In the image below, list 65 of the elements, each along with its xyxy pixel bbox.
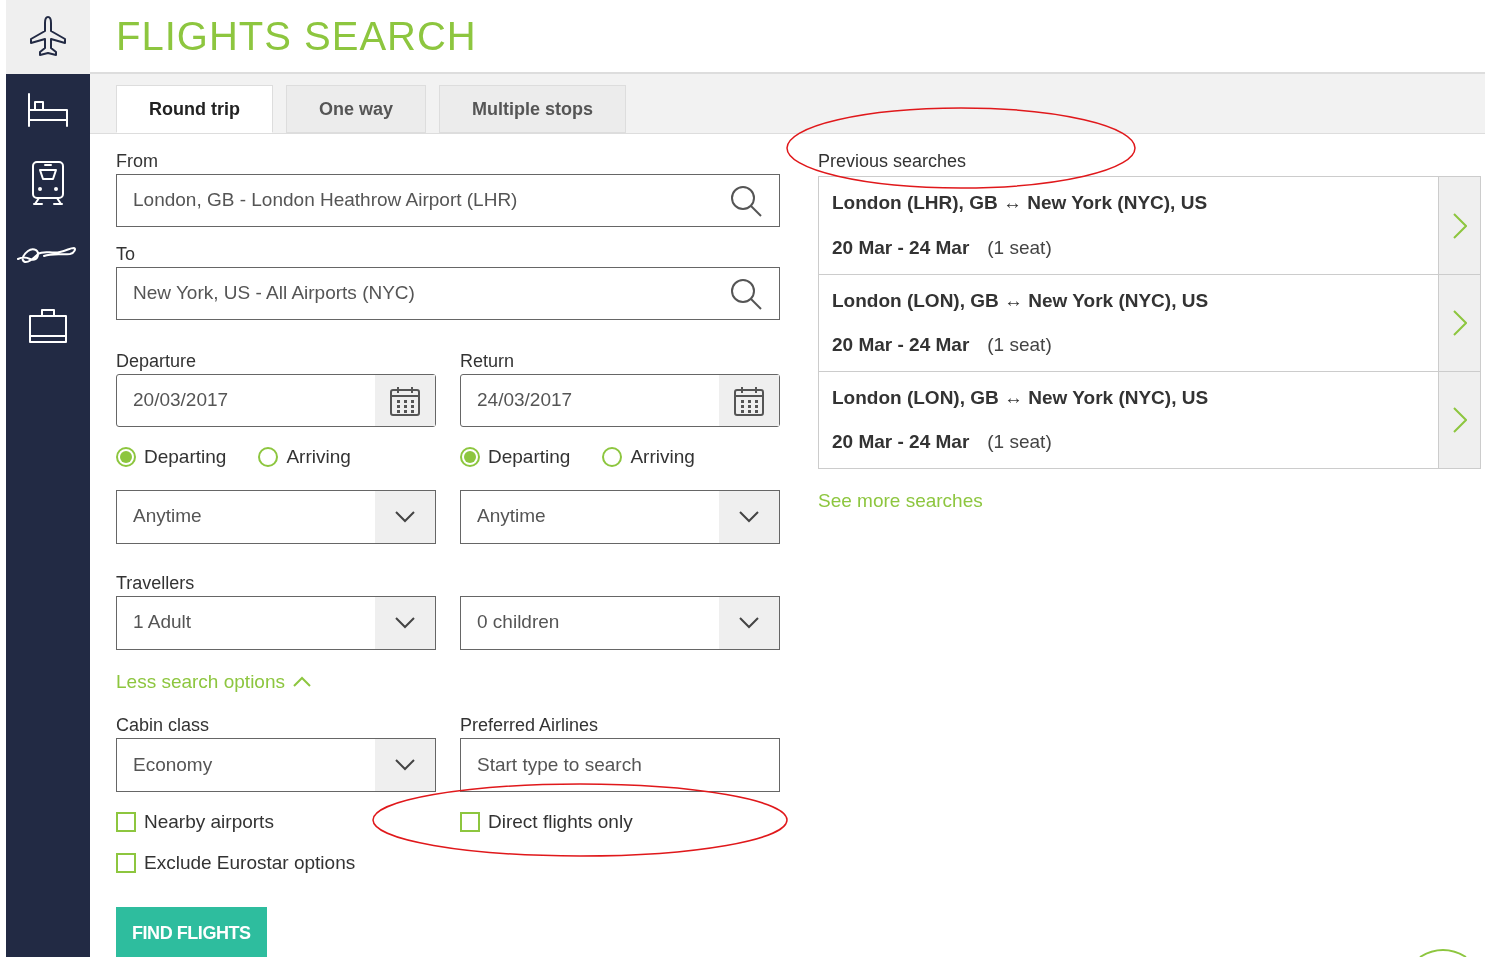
seat-count: (1 seat) xyxy=(987,235,1052,260)
tab[interactable]: Round trip xyxy=(116,85,273,133)
date-field[interactable]: 24/03/2017 xyxy=(460,374,780,427)
chevron-down-icon xyxy=(395,616,415,629)
field-label: To xyxy=(116,243,136,265)
search-icon xyxy=(729,276,763,311)
radio-button[interactable] xyxy=(116,447,136,468)
page-title: FLIGHTS SEARCH xyxy=(116,13,477,60)
field-label: Previous searches xyxy=(818,150,968,172)
calendar-icon xyxy=(389,384,421,417)
route-text: London (LHR), GB ↔ New York (NYC), US xyxy=(832,191,1209,215)
date-range: 20 Mar - 24 Mar xyxy=(832,235,970,260)
radio-label: Arriving xyxy=(286,445,351,469)
chevron-down-icon xyxy=(395,510,415,523)
tab[interactable]: Multiple stops xyxy=(439,85,626,133)
sidebar-item[interactable] xyxy=(6,0,90,74)
chevron-right-icon xyxy=(1452,407,1467,433)
radio-button[interactable] xyxy=(602,447,623,468)
radio-button[interactable] xyxy=(460,447,480,468)
radio-label: Departing xyxy=(144,445,227,469)
bed-icon xyxy=(26,92,70,128)
field-label: Travellers xyxy=(116,571,196,594)
chevron-down-icon xyxy=(739,510,759,523)
children-select[interactable]: 0 children xyxy=(460,595,780,650)
date-field[interactable]: 20/03/2017 xyxy=(116,374,436,427)
chevron-up-icon xyxy=(293,676,311,688)
route-text: London (LON), GB ↔ New York (NYC), US xyxy=(832,385,1210,410)
seat-count: (1 seat) xyxy=(987,333,1052,357)
field-label: Cabin class xyxy=(116,714,211,736)
previous-search[interactable]: London (LON), GB ↔ New York (NYC), US 20 Mar - 24 Mar (1 seat) xyxy=(819,371,1480,468)
time-select[interactable]: Anytime xyxy=(116,489,436,544)
cabin-select[interactable]: Economy xyxy=(116,738,436,792)
calendar-icon xyxy=(733,384,765,417)
checkbox-label: Exclude Eurostar options xyxy=(144,850,356,875)
checkbox[interactable] xyxy=(116,852,136,873)
radio-button[interactable] xyxy=(258,447,279,468)
checkbox[interactable] xyxy=(116,812,136,833)
checkbox-label: Direct flights only xyxy=(488,810,633,834)
checkbox[interactable] xyxy=(460,812,480,833)
chevron-down-icon xyxy=(739,616,759,629)
field-label: Preferred Airlines xyxy=(460,714,600,736)
chevron-right-icon xyxy=(1452,310,1467,336)
time-select[interactable]: Anytime xyxy=(460,489,780,544)
radio-label: Arriving xyxy=(630,445,695,469)
search-icon xyxy=(729,183,763,218)
date-range: 20 Mar - 24 Mar xyxy=(832,333,970,357)
arc-icon xyxy=(1418,947,1468,957)
date-range: 20 Mar - 24 Mar xyxy=(832,430,970,454)
airlines-field[interactable]: Start type to search xyxy=(460,738,780,792)
seat-count: (1 seat) xyxy=(987,430,1052,454)
field-label: Return xyxy=(460,350,516,372)
chevron-right-icon xyxy=(1452,212,1467,239)
previous-search[interactable]: London (LON), GB ↔ New York (NYC), US 20 Mar - 24 Mar (1 seat) xyxy=(819,274,1480,371)
adults-select[interactable]: 1 Adult xyxy=(116,595,436,650)
to-field[interactable]: New York, US - All Airports (NYC) xyxy=(116,267,780,320)
previous-search[interactable]: London (LHR), GB ↔ New York (NYC), US 20 Mar - 24 Mar (1 seat) xyxy=(819,177,1480,274)
route-text: London (LON), GB ↔ New York (NYC), US xyxy=(832,288,1210,313)
checkbox-label: Nearby airports xyxy=(144,810,274,834)
chevron-down-icon xyxy=(395,759,415,771)
field-label: From xyxy=(116,150,159,172)
tab[interactable]: One way xyxy=(286,85,426,133)
field-label: Departure xyxy=(116,350,198,372)
suitcase-icon xyxy=(27,307,69,345)
from-field[interactable]: London, GB - London Heathrow Airport (LHR) xyxy=(116,174,780,227)
radio-label: Departing xyxy=(488,445,571,469)
